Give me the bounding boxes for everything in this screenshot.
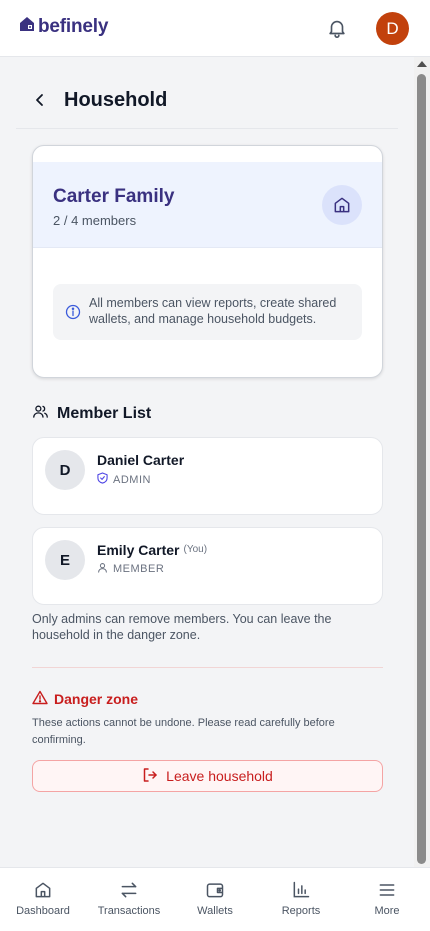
member-name-text: Daniel Carter: [97, 452, 185, 468]
shield-icon: [97, 472, 108, 487]
member-list-heading: Member List: [32, 403, 151, 425]
household-card-header: Carter Family 2 / 4 members: [33, 162, 382, 248]
nav-more[interactable]: More: [344, 868, 430, 931]
household-info-text: All members can view reports, create sha…: [89, 296, 337, 326]
transfer-icon: [118, 879, 140, 901]
nav-label: Wallets: [197, 905, 233, 917]
brand-house-icon: [18, 15, 36, 38]
nav-reports[interactable]: Reports: [258, 868, 344, 931]
household-name: Carter Family: [53, 186, 175, 207]
member-name: Emily Carter (You): [97, 542, 207, 558]
admin-note: Only admins can remove members. You can …: [32, 612, 332, 642]
bottom-navigation: Dashboard Transactions Wallets Reports M…: [0, 867, 430, 931]
household-info-box: All members can view reports, create sha…: [53, 284, 362, 340]
nav-transactions[interactable]: Transactions: [86, 868, 172, 931]
scrollbar-thumb[interactable]: [417, 74, 426, 864]
nav-label: More: [374, 905, 400, 917]
member-role-label: MEMBER: [113, 563, 165, 575]
member-role: MEMBER: [97, 562, 164, 576]
leave-household-button[interactable]: Leave household: [32, 760, 383, 792]
scrollbar[interactable]: [414, 57, 430, 867]
household-home-icon: [322, 185, 362, 225]
member-role: ADMIN: [97, 472, 151, 487]
member-card[interactable]: E Emily Carter (You) MEMBER: [32, 527, 383, 605]
main-content: Household Carter Family 2 / 4 members Al…: [0, 57, 414, 867]
household-member-count: 2 / 4 members: [53, 213, 137, 228]
danger-zone-title: Danger zone: [54, 691, 139, 707]
danger-zone-description: These actions cannot be undone. Please r…: [32, 717, 335, 746]
danger-zone-heading: Danger zone: [32, 690, 138, 708]
scroll-up-arrow-icon[interactable]: [417, 61, 427, 67]
home-icon: [32, 879, 54, 901]
warning-icon: [32, 690, 48, 708]
bar-chart-icon: [290, 879, 312, 901]
nav-label: Transactions: [97, 905, 161, 917]
nav-wallets[interactable]: Wallets: [172, 868, 258, 931]
member-role-label: ADMIN: [113, 473, 151, 486]
brand-name: befinely: [38, 15, 109, 37]
menu-icon: [376, 879, 398, 901]
member-avatar: E: [45, 540, 85, 580]
chevron-left-icon: [36, 94, 43, 106]
notifications-bell-icon[interactable]: [326, 17, 348, 39]
users-icon: [32, 403, 49, 425]
member-list-title: Member List: [57, 405, 152, 422]
leave-household-label: Leave household: [166, 768, 273, 784]
brand-logo[interactable]: befinely: [18, 15, 108, 38]
page-title: Household: [64, 89, 168, 111]
info-icon: [65, 304, 81, 320]
member-name: Daniel Carter: [97, 452, 184, 468]
wallet-icon: [204, 879, 226, 901]
member-card[interactable]: D Daniel Carter ADMIN: [32, 437, 383, 515]
logout-icon: [142, 767, 158, 786]
divider: [32, 667, 383, 668]
nav-dashboard[interactable]: Dashboard: [0, 868, 86, 931]
member-name-text: Emily Carter: [97, 542, 180, 558]
nav-label: Dashboard: [16, 905, 70, 917]
you-tag: (You): [183, 544, 208, 555]
nav-label: Reports: [281, 905, 321, 917]
user-avatar[interactable]: D: [376, 12, 409, 45]
household-card: Carter Family 2 / 4 members All members …: [32, 145, 383, 378]
top-bar: befinely D: [0, 0, 430, 57]
member-avatar: D: [45, 450, 85, 490]
user-icon: [97, 562, 108, 576]
back-button[interactable]: [30, 89, 50, 111]
page-header: Household: [16, 79, 398, 129]
